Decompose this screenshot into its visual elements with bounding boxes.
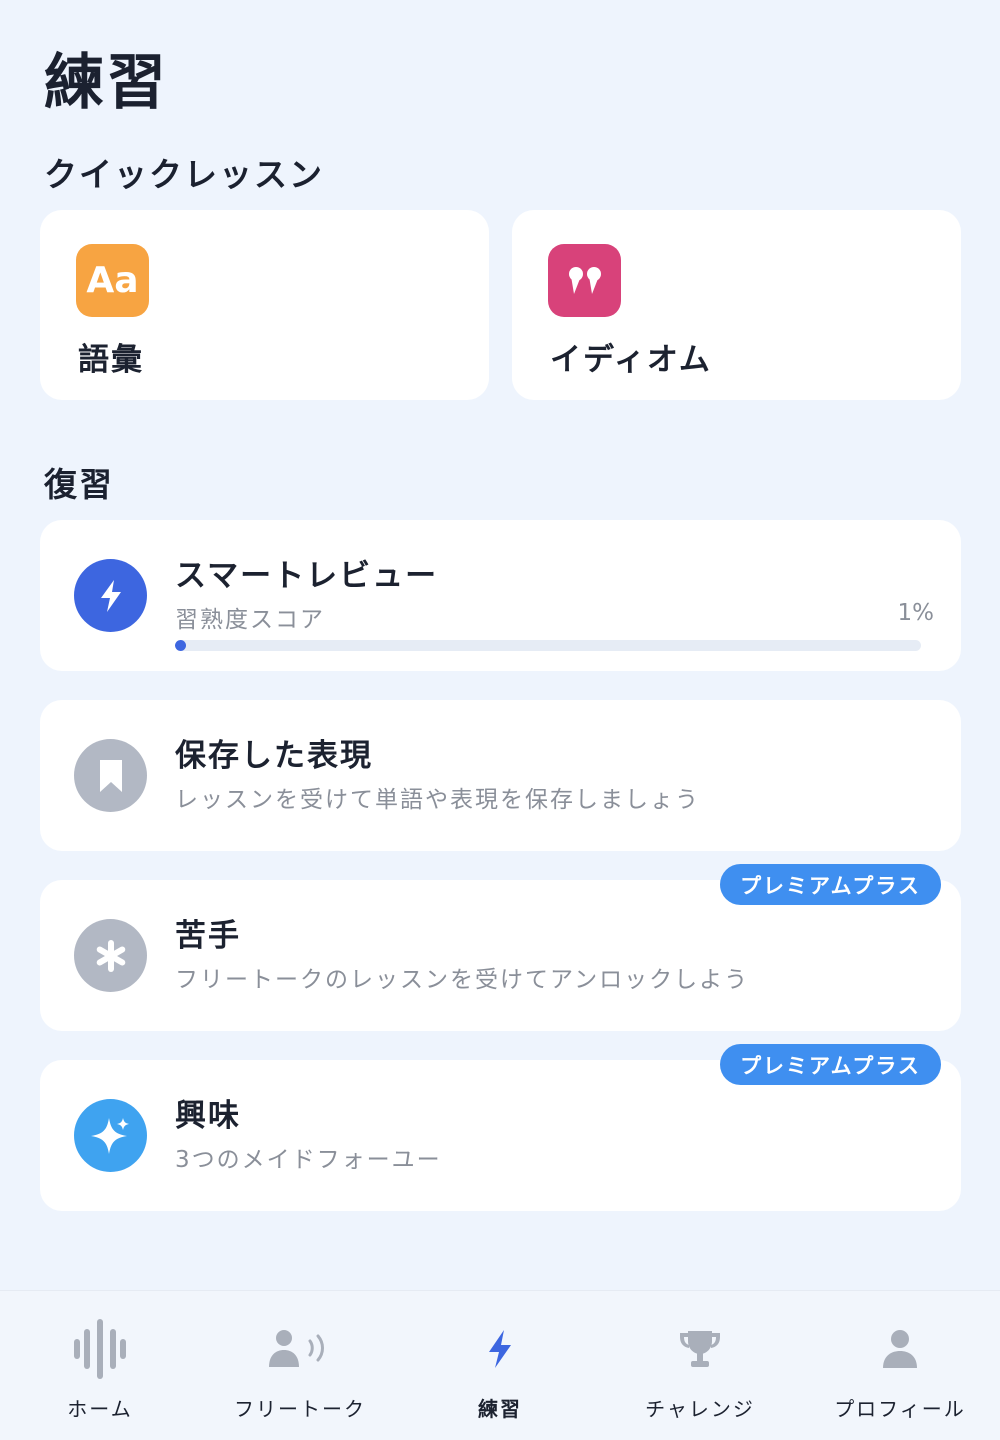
practice-page: 練習 クイックレッスン Aa 語彙 イディオム 復習 スマートレビュー 習熟度ス… [0,0,1000,1440]
mastery-progress-fill [175,640,186,651]
nav-label: プロフィール [834,1397,966,1421]
weak-points-title: 苦手 [175,918,241,954]
saved-expressions-title: 保存した表現 [175,738,373,774]
mastery-score-percent: 1% [897,600,935,626]
quick-lesson-idioms[interactable]: イディオム [512,210,961,400]
aa-icon: Aa [76,244,149,317]
section-title-review: 復習 [44,465,114,504]
quick-lesson-vocabulary[interactable]: Aa 語彙 [40,210,489,400]
interests-title: 興味 [175,1098,241,1134]
smart-review-card[interactable]: スマートレビュー 習熟度スコア 1% [40,520,961,671]
person-icon [800,1317,1000,1381]
interests-subtitle: 3つのメイドフォーユー [175,1147,442,1173]
person-talking-icon [200,1317,400,1381]
bottom-nav: ホーム フリートーク 練習 チャレンジ プロフィール [0,1290,1000,1440]
nav-label: ホーム [67,1397,133,1421]
saved-expressions-card[interactable]: 保存した表現 レッスンを受けて単語や表現を保存しましょう [40,700,961,851]
smart-review-title: スマートレビュー [175,558,439,594]
nav-label: チャレンジ [645,1397,755,1421]
waveform-icon [0,1317,200,1381]
nav-item-home[interactable]: ホーム [0,1291,200,1440]
aa-icon-text: Aa [86,260,139,301]
page-title: 練習 [44,48,168,118]
saved-expressions-subtitle: レッスンを受けて単語や表現を保存しましょう [175,787,700,813]
nav-item-profile[interactable]: プロフィール [800,1291,1000,1440]
trophy-icon [600,1317,800,1381]
quote-icon [548,244,621,317]
quick-lesson-label: イディオム [550,342,712,378]
lightning-icon [400,1317,600,1381]
nav-label: フリートーク [234,1397,366,1421]
weak-points-subtitle: フリートークのレッスンを受けてアンロックしよう [175,967,750,993]
mastery-score-label: 習熟度スコア [175,607,325,633]
lightning-icon [74,559,147,632]
premium-plus-badge: プレミアムプラス [720,1044,941,1085]
nav-label: 練習 [478,1397,522,1421]
section-title-quick-lessons: クイックレッスン [44,155,324,194]
premium-plus-badge: プレミアムプラス [720,864,941,905]
bookmark-icon [74,739,147,812]
nav-item-practice[interactable]: 練習 [400,1291,600,1440]
quick-lesson-label: 語彙 [78,342,144,378]
nav-item-challenge[interactable]: チャレンジ [600,1291,800,1440]
asterisk-icon [74,919,147,992]
mastery-progress-bar [175,640,921,651]
sparkle-icon [74,1099,147,1172]
nav-item-free-talk[interactable]: フリートーク [200,1291,400,1440]
